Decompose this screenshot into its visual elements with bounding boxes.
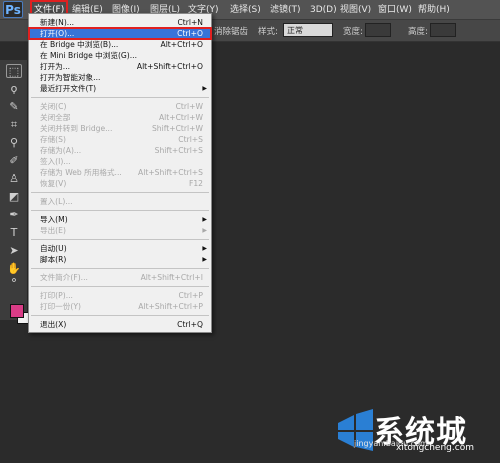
menu-separator — [31, 268, 209, 269]
menu-item-open[interactable]: 打开(O)... Ctrl+O — [28, 27, 212, 40]
menu-item-exit[interactable]: 退出(X) Ctrl+Q — [29, 319, 211, 330]
menu-separator — [31, 97, 209, 98]
lasso-tool-icon[interactable]: ϙ — [6, 82, 22, 96]
zoom-tool-icon[interactable]: ⚬ — [6, 274, 22, 288]
menu-view[interactable]: 视图(V) — [336, 0, 375, 20]
menu-item-place[interactable]: 置入(L)... — [29, 196, 211, 207]
menu-item-check-in[interactable]: 签入(I)... — [29, 156, 211, 167]
menu-item-browse-mini-bridge[interactable]: 在 Mini Bridge 中浏览(G)... — [29, 50, 211, 61]
menu-item-save-as[interactable]: 存储为(A)... Shift+Ctrl+S — [29, 145, 211, 156]
menu-separator — [31, 286, 209, 287]
brush-tool-icon[interactable]: ✐ — [6, 154, 22, 168]
antialias-label[interactable]: 消除锯齿 — [214, 25, 248, 37]
submenu-arrow-icon: ▶ — [202, 256, 207, 263]
menu-item-print[interactable]: 打印(P)... Ctrl+P — [29, 290, 211, 301]
menu-item-file-info[interactable]: 文件简介(F)... Alt+Shift+Ctrl+I — [29, 272, 211, 283]
menu-window[interactable]: 窗口(W) — [374, 0, 416, 20]
style-label: 样式: — [258, 27, 278, 37]
menu-item-import[interactable]: 导入(M) ▶ — [29, 214, 211, 225]
menu-item-new[interactable]: 新建(N)... Ctrl+N — [29, 17, 211, 28]
marquee-tool-icon[interactable]: ⬚ — [6, 64, 22, 78]
menu-item-save-for-web[interactable]: 存储为 Web 所用格式... Alt+Shift+Ctrl+S — [29, 167, 211, 178]
foreground-color-swatch[interactable] — [10, 304, 24, 318]
menu-item-browse-bridge[interactable]: 在 Bridge 中浏览(B)... Alt+Ctrl+O — [29, 39, 211, 50]
eraser-tool-icon[interactable]: ◩ — [6, 190, 22, 204]
menu-item-close[interactable]: 关闭(C) Ctrl+W — [29, 101, 211, 112]
menu-item-recent-files[interactable]: 最近打开文件(T) ▶ — [29, 83, 211, 94]
style-select[interactable]: 正常 — [283, 23, 333, 37]
menu-item-open-as[interactable]: 打开为... Alt+Shift+Ctrl+O — [29, 61, 211, 72]
menu-item-print-one-copy[interactable]: 打印一份(Y) Alt+Shift+Ctrl+P — [29, 301, 211, 312]
width-label: 宽度: — [343, 27, 363, 37]
menu-separator — [31, 210, 209, 211]
quick-select-tool-icon[interactable]: ✎ — [6, 100, 22, 114]
menu-filter[interactable]: 滤镜(T) — [266, 0, 305, 20]
menu-help[interactable]: 帮助(H) — [414, 0, 454, 20]
menu-item-revert[interactable]: 恢复(V) F12 — [29, 178, 211, 189]
submenu-arrow-icon: ▶ — [202, 245, 207, 252]
menu-item-scripts[interactable]: 脚本(R) ▶ — [29, 254, 211, 265]
submenu-arrow-icon: ▶ — [202, 216, 207, 223]
eyedropper-tool-icon[interactable]: ⚲ — [6, 136, 22, 150]
submenu-arrow-icon: ▶ — [202, 85, 207, 92]
menu-item-save[interactable]: 存储(S) Ctrl+S — [29, 134, 211, 145]
stamp-tool-icon[interactable]: ♙ — [6, 172, 22, 186]
menu-separator — [31, 239, 209, 240]
menu-item-open-smart-object[interactable]: 打开为智能对象... — [29, 72, 211, 83]
path-select-tool-icon[interactable]: ➤ — [6, 244, 22, 258]
menu-item-export[interactable]: 导出(E) ▶ — [29, 225, 211, 236]
menu-separator — [31, 192, 209, 193]
photoshop-logo: Ps — [3, 1, 23, 18]
menu-select[interactable]: 选择(S) — [226, 0, 265, 20]
watermark: 系统城 jingyan.baidu.com xitongcheng.com — [334, 403, 494, 459]
pen-tool-icon[interactable]: ✒ — [6, 208, 22, 222]
menu-separator — [31, 315, 209, 316]
tools-panel: ⬚ ϙ ✎ ⌗ ⚲ ✐ ♙ ◩ ✒ T ➤ ✋ ⚬ — [0, 60, 29, 324]
submenu-arrow-icon: ▶ — [202, 227, 207, 234]
crop-tool-icon[interactable]: ⌗ — [6, 118, 22, 132]
watermark-domain: xitongcheng.com — [396, 443, 474, 453]
file-menu-dropdown: 新建(N)... Ctrl+N 打开(O)... Ctrl+O 在 Bridge 中… — [28, 13, 212, 333]
type-tool-icon[interactable]: T — [6, 226, 22, 240]
menu-item-close-go-bridge[interactable]: 关闭并转到 Bridge... Shift+Ctrl+W — [29, 123, 211, 134]
menu-item-automate[interactable]: 自动(U) ▶ — [29, 243, 211, 254]
width-input[interactable] — [365, 23, 391, 37]
height-input[interactable] — [430, 23, 456, 37]
height-label: 高度: — [408, 27, 428, 37]
menu-item-close-all[interactable]: 关闭全部 Alt+Ctrl+W — [29, 112, 211, 123]
